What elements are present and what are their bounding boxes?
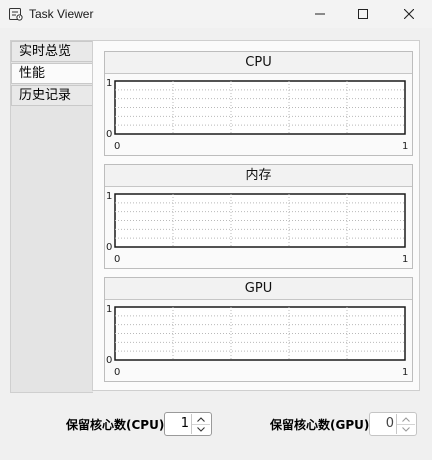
- decrement-button[interactable]: [192, 424, 210, 434]
- gpu-reserve-label: 保留核心数(GPU): [270, 418, 370, 432]
- performance-panel: CPU 1 0 0 1 内存 1 0 0 1 GPU 1 0 0 1: [92, 40, 420, 391]
- gpu-chart: GPU 1 0 0 1: [104, 277, 413, 382]
- minimize-button[interactable]: [297, 0, 343, 28]
- x-max-label: 1: [402, 254, 408, 265]
- tab-performance[interactable]: 性能: [11, 63, 93, 84]
- memory-plot: 1 0 0 1: [106, 191, 408, 265]
- title-bar: Task Viewer: [0, 0, 432, 28]
- tab-history[interactable]: 历史记录: [11, 85, 93, 106]
- chart-title: CPU: [105, 52, 412, 74]
- x-min-label: 0: [114, 367, 120, 378]
- stepper-arrows: [191, 414, 210, 434]
- gpu-reserve-value[interactable]: 0: [370, 413, 394, 435]
- chevron-down-icon: [402, 426, 410, 432]
- chevron-down-icon: [197, 426, 205, 432]
- y-min-label: 0: [106, 129, 112, 140]
- y-min-label: 0: [106, 242, 112, 253]
- y-max-label: 1: [106, 304, 112, 315]
- y-max-label: 1: [106, 78, 112, 89]
- cpu-chart: CPU 1 0 0 1: [104, 51, 413, 156]
- task-viewer-app-icon: [9, 8, 23, 21]
- maximize-button[interactable]: [340, 0, 386, 28]
- cpu-reserve-stepper[interactable]: 1: [164, 412, 212, 436]
- close-icon: [404, 9, 414, 19]
- chart-title: GPU: [105, 278, 412, 300]
- y-max-label: 1: [106, 191, 112, 202]
- cpu-plot: 1 0 0 1: [106, 78, 408, 152]
- chevron-up-icon: [402, 416, 410, 422]
- window-title: Task Viewer: [29, 7, 94, 21]
- memory-chart: 内存 1 0 0 1: [104, 164, 413, 269]
- gpu-reserve-stepper[interactable]: 0: [369, 412, 417, 436]
- stepper-arrows: [396, 414, 415, 434]
- gpu-plot: 1 0 0 1: [106, 304, 408, 378]
- maximize-icon: [358, 9, 368, 19]
- close-button[interactable]: [386, 0, 432, 28]
- chart-title: 内存: [105, 165, 412, 187]
- decrement-button[interactable]: [397, 424, 415, 434]
- y-min-label: 0: [106, 355, 112, 366]
- cpu-reserve-label: 保留核心数(CPU): [66, 418, 165, 432]
- cpu-reserve-value[interactable]: 1: [165, 413, 189, 435]
- x-max-label: 1: [402, 367, 408, 378]
- tab-overview[interactable]: 实时总览: [11, 41, 93, 62]
- x-min-label: 0: [114, 141, 120, 152]
- minimize-icon: [315, 13, 325, 15]
- x-max-label: 1: [402, 141, 408, 152]
- tab-strip: 实时总览 性能 历史记录: [10, 40, 93, 393]
- x-min-label: 0: [114, 254, 120, 265]
- chevron-up-icon: [197, 416, 205, 422]
